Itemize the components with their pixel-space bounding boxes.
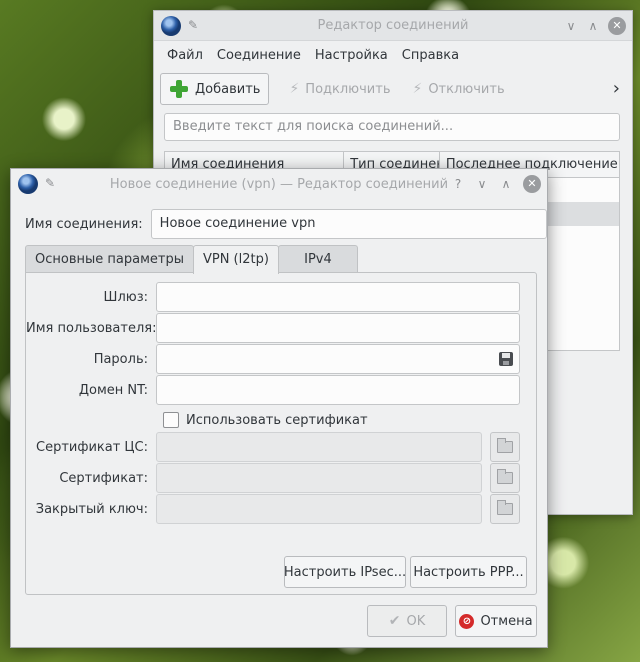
folder-icon: [497, 438, 513, 453]
password-label: Пароль:: [93, 351, 148, 367]
dialog-tabs: Основные параметры VPN (l2tp) IPv4: [25, 245, 358, 274]
connect-button[interactable]: ⚡ Подключить: [281, 73, 398, 105]
tab-general[interactable]: Основные параметры: [25, 245, 194, 273]
ca-cert-label: Сертификат ЦС:: [36, 439, 148, 455]
window-title: Редактор соединений: [317, 18, 469, 33]
cancel-button[interactable]: ⊘ Отмена: [455, 605, 537, 637]
pin-icon[interactable]: ✎: [45, 176, 55, 190]
cancel-icon: ⊘: [459, 613, 475, 629]
nt-domain-input[interactable]: [156, 375, 520, 405]
password-row: Пароль:: [26, 344, 520, 374]
cert-input[interactable]: [156, 463, 482, 493]
maximize-icon[interactable]: ∧: [497, 175, 515, 193]
menu-bar: Файл Соединение Настройка Справка: [154, 41, 632, 69]
close-icon[interactable]: ✕: [523, 175, 541, 193]
ca-cert-browse-button[interactable]: [490, 432, 520, 462]
configure-ppp-button[interactable]: Настроить PPP...: [410, 556, 527, 588]
ca-cert-input[interactable]: [156, 432, 482, 462]
cert-label: Сертификат:: [59, 470, 148, 486]
private-key-label: Закрытый ключ:: [35, 501, 148, 517]
private-key-row: Закрытый ключ:: [26, 494, 520, 524]
help-icon[interactable]: ?: [449, 175, 467, 193]
unplug-icon: ⚡: [412, 81, 423, 97]
connection-editor-titlebar[interactable]: ✎ Редактор соединений ∨ ∧ ✕: [154, 11, 632, 41]
minimize-icon[interactable]: ∨: [562, 17, 580, 35]
save-password-icon[interactable]: [499, 352, 513, 366]
gateway-row: Шлюз:: [26, 282, 520, 312]
ok-button[interactable]: ✔ OK: [367, 605, 447, 637]
configure-ipsec-button[interactable]: Настроить IPsec...: [284, 556, 406, 588]
use-certificate-label: Использовать сертификат: [186, 412, 368, 428]
menu-help[interactable]: Справка: [395, 48, 466, 63]
use-certificate-row[interactable]: Использовать сертификат: [163, 412, 368, 428]
dialog-titlebar[interactable]: ✎ Новое соединение (vpn) — Редактор соед…: [11, 169, 547, 199]
ca-cert-row: Сертификат ЦС:: [26, 432, 520, 462]
folder-icon: [497, 469, 513, 484]
network-app-icon: [18, 174, 38, 194]
pin-icon[interactable]: ✎: [188, 18, 198, 32]
connection-name-row: Имя соединения: Новое соединение vpn: [25, 209, 547, 239]
network-app-icon: [161, 16, 181, 36]
use-certificate-checkbox[interactable]: [163, 412, 179, 428]
username-label: Имя пользователя:: [26, 320, 157, 336]
cert-browse-button[interactable]: [490, 463, 520, 493]
password-input[interactable]: [156, 344, 520, 374]
toolbar-more-icon[interactable]: ›: [613, 78, 620, 99]
tab-ipv4[interactable]: IPv4: [277, 245, 358, 273]
close-icon[interactable]: ✕: [608, 17, 626, 35]
connection-name-label: Имя соединения:: [25, 216, 143, 232]
menu-connection[interactable]: Соединение: [210, 48, 308, 63]
nt-domain-label: Домен NT:: [78, 382, 148, 398]
private-key-browse-button[interactable]: [490, 494, 520, 524]
minimize-icon[interactable]: ∨: [473, 175, 491, 193]
cert-row: Сертификат:: [26, 463, 520, 493]
username-row: Имя пользователя:: [26, 313, 520, 343]
gateway-input[interactable]: [156, 282, 520, 312]
username-input[interactable]: [156, 313, 520, 343]
plug-icon: ⚡: [289, 81, 300, 97]
tab-vpn-l2tp[interactable]: VPN (l2tp): [192, 245, 279, 274]
connection-name-input[interactable]: Новое соединение vpn: [150, 209, 547, 239]
disconnect-button[interactable]: ⚡ Отключить: [404, 73, 512, 105]
gateway-label: Шлюз:: [103, 289, 148, 305]
menu-file[interactable]: Файл: [160, 48, 210, 63]
vpn-settings-panel: Шлюз: Имя пользователя: Пароль: Домен NT…: [25, 272, 537, 595]
menu-settings[interactable]: Настройка: [308, 48, 395, 63]
new-vpn-connection-dialog: ✎ Новое соединение (vpn) — Редактор соед…: [10, 168, 548, 648]
checkmark-icon: ✔: [388, 613, 401, 629]
plus-icon: [169, 79, 189, 99]
nt-domain-row: Домен NT:: [26, 375, 520, 405]
connection-search-input[interactable]: Введите текст для поиска соединений...: [164, 113, 620, 141]
folder-icon: [497, 500, 513, 515]
toolbar: Добавить ⚡ Подключить ⚡ Отключить ›: [154, 69, 632, 109]
maximize-icon[interactable]: ∧: [584, 17, 602, 35]
add-connection-button[interactable]: Добавить: [160, 73, 270, 105]
private-key-input[interactable]: [156, 494, 482, 524]
